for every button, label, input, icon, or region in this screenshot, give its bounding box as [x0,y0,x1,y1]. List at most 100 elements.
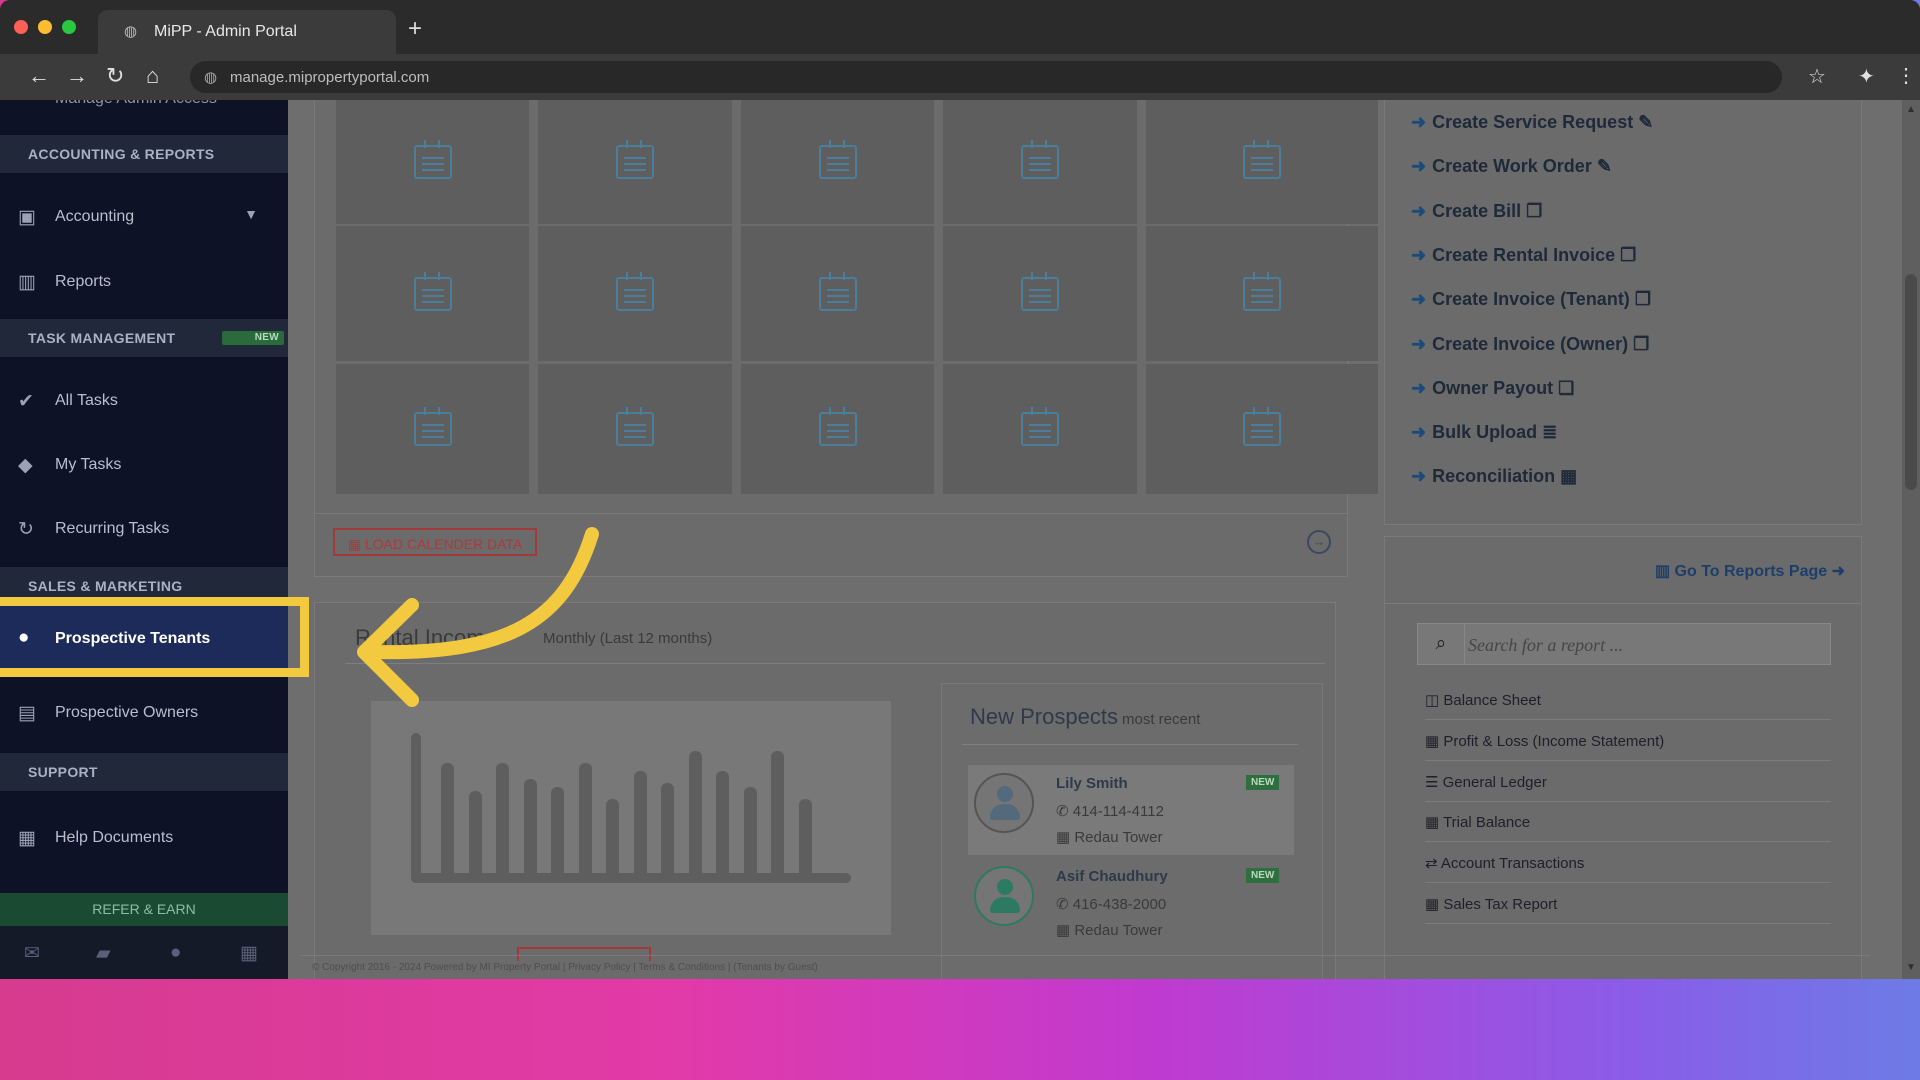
report-item[interactable]: ◫ Balance Sheet [1425,679,1831,720]
browser-tab[interactable]: ◍ MiPP - Admin Portal [98,10,396,54]
go-to-reports-label: Go To Reports Page [1674,563,1828,580]
report-item[interactable]: ▦ Profit & Loss (Income Statement) [1425,720,1831,761]
calendar-cell[interactable] [943,100,1137,224]
prospect-item[interactable]: Asif Chaudhury NEW ✆ 416-438-2000 ▦ Reda… [968,858,1294,948]
arrow-right-icon: ➜ [1411,466,1427,487]
scroll-down-arrow[interactable]: ▼ [1906,962,1916,973]
scroll-up-arrow[interactable]: ▲ [1906,104,1916,115]
calendar-cell[interactable] [1145,226,1379,361]
calendar-cell[interactable] [943,226,1137,361]
chart-axis-vertical [411,733,421,883]
calendar-cell[interactable] [740,100,935,224]
new-prospects-card: New Prospects most recent Lily Smith NEW… [941,683,1323,979]
sidebar-item-help-documents[interactable]: ▦ Help Documents [0,813,288,863]
sidebar: Manage Admin Access ACCOUNTING & REPORTS… [0,100,288,979]
sidebar-item-my-tasks[interactable]: ◆ My Tasks [0,440,288,490]
sidebar-item-label: Prospective Owners [55,704,199,721]
url-bar[interactable]: ◍ manage.mipropertyportal.com [190,61,1782,93]
search-icon[interactable]: ⌕ [1418,624,1465,664]
quick-action-link[interactable]: ➜ Create Invoice (Tenant) ❐ [1411,289,1651,310]
report-item[interactable]: ⇄ Account Transactions [1425,842,1831,884]
prospect-phone: ✆ 416-438-2000 [1056,895,1166,913]
section-header-task-management: TASK MANAGEMENT NEW [0,319,288,357]
report-item-label: Profit & Loss (Income Statement) [1443,732,1665,750]
divider [1385,603,1861,604]
close-window-button[interactable] [14,20,28,34]
page-scrollbar[interactable]: ▲ ▼ [1902,100,1920,979]
calendar-cell[interactable] [740,226,935,361]
copy-icon: ❐ [1521,200,1543,221]
calendar-cell[interactable] [335,226,530,361]
calendar-cell[interactable] [1145,364,1379,494]
sidebar-item-manage-admin-access[interactable]: Manage Admin Access [55,100,217,108]
reload-icon[interactable]: ↻ [106,64,124,88]
report-search: ⌕ [1417,623,1831,665]
quick-action-link[interactable]: ➜ Create Service Request ✎ [1411,112,1653,133]
calendar-cell[interactable] [538,100,732,224]
forward-icon[interactable]: → [66,64,88,88]
sidebar-item-reports[interactable]: ▥ Reports [0,257,288,307]
extensions-icon[interactable]: ✦ [1858,64,1875,89]
calendar-cell[interactable] [538,226,732,361]
arrow-right-circle-icon[interactable]: → [1307,530,1331,554]
calendar-cell[interactable] [538,364,732,494]
prospect-item[interactable]: Lily Smith NEW ✆ 414-114-4112 ▦ Redau To… [968,765,1294,855]
sidebar-item-prospective-owners[interactable]: ▤ Prospective Owners [0,688,288,738]
menu-icon[interactable]: ⋮ [1896,63,1916,88]
home-icon[interactable]: ⌂ [146,64,159,88]
arrow-right-icon: ➜ [1411,244,1427,265]
quick-action-link[interactable]: ➜ Reconciliation ▦ [1411,466,1577,487]
annotation-highlight-box [0,597,309,677]
report-item[interactable]: ▦ Sales Tax Report [1425,883,1831,924]
report-search-input[interactable] [1466,625,1830,665]
back-icon[interactable]: ← [28,64,50,88]
calendar-cell[interactable] [943,364,1137,494]
calendar-cell[interactable] [740,364,935,494]
report-item[interactable]: ☰ General Ledger [1425,761,1831,802]
page-footer: © Copyright 2016 - 2024 Powered by MI Pr… [300,955,1870,979]
quick-action-link[interactable]: ➜ Create Invoice (Owner) ❐ [1411,334,1649,355]
check-icon: ✔ [18,391,34,412]
envelope-icon[interactable]: ✉ [24,942,40,965]
load-calendar-data-button[interactable]: ▦ LOAD CALENDER DATA [333,528,537,556]
phone-icon: ✆ [1056,803,1073,820]
clone-icon: ❏ [1553,377,1575,398]
chart-bar-placeholder [551,787,564,883]
section-header-label: TASK MANAGEMENT [28,330,176,346]
calendar-cell[interactable] [335,364,530,494]
arrow-right-icon: ➜ [1827,563,1845,580]
refer-earn-button[interactable]: REFER & EARN [0,893,288,926]
copy-icon: ❐ [1629,289,1651,310]
quick-action-link[interactable]: ➜ Create Work Order ✎ [1411,156,1612,177]
quick-action-link[interactable]: ➜ Bulk Upload ≣ [1411,422,1557,443]
page-content: Manage Admin Access ACCOUNTING & REPORTS… [0,100,1920,979]
minimize-window-button[interactable] [38,20,52,34]
quick-action-link[interactable]: ➜ Create Rental Invoice ❐ [1411,245,1636,266]
scrollbar-thumb[interactable] [1905,274,1917,490]
rental-income-subtitle: Monthly (Last 12 months) [543,630,713,647]
sidebar-item-label: Accounting [55,208,135,225]
calendar-cell[interactable] [335,100,530,224]
new-tab-button[interactable]: + [408,17,422,41]
user-icon[interactable]: ● [170,942,181,964]
sidebar-item-accounting[interactable]: ▣ Accounting ▼ [0,192,288,242]
calendar-cell[interactable] [1145,100,1379,224]
go-to-reports-link[interactable]: ▥ Go To Reports Page ➜ [1655,561,1845,581]
sidebar-item-recurring-tasks[interactable]: ↻ Recurring Tasks [0,504,288,554]
sidebar-item-label: My Tasks [55,456,122,473]
maximize-window-button[interactable] [62,20,76,34]
chart-placeholder [371,701,891,935]
site-info-icon[interactable]: ◍ [204,68,217,86]
calculator-icon[interactable]: ▦ [240,942,258,965]
calendar-icon: ▦ [1425,814,1444,832]
quick-action-link[interactable]: ➜ Create Bill ❐ [1411,201,1542,222]
quick-action-label: Create Invoice (Owner) [1432,333,1629,354]
bookmark-star-icon[interactable]: ☆ [1808,64,1826,89]
sidebar-item-all-tasks[interactable]: ✔ All Tasks [0,376,288,426]
quick-action-link[interactable]: ➜ Owner Payout ❏ [1411,378,1574,399]
report-item[interactable]: ▦ Trial Balance [1425,801,1831,843]
calendar-icon [413,140,452,179]
briefcase-icon[interactable]: ▰ [96,942,111,965]
rental-income-title: Rental Income [355,625,497,650]
arrow-right-icon: ➜ [1411,289,1427,310]
